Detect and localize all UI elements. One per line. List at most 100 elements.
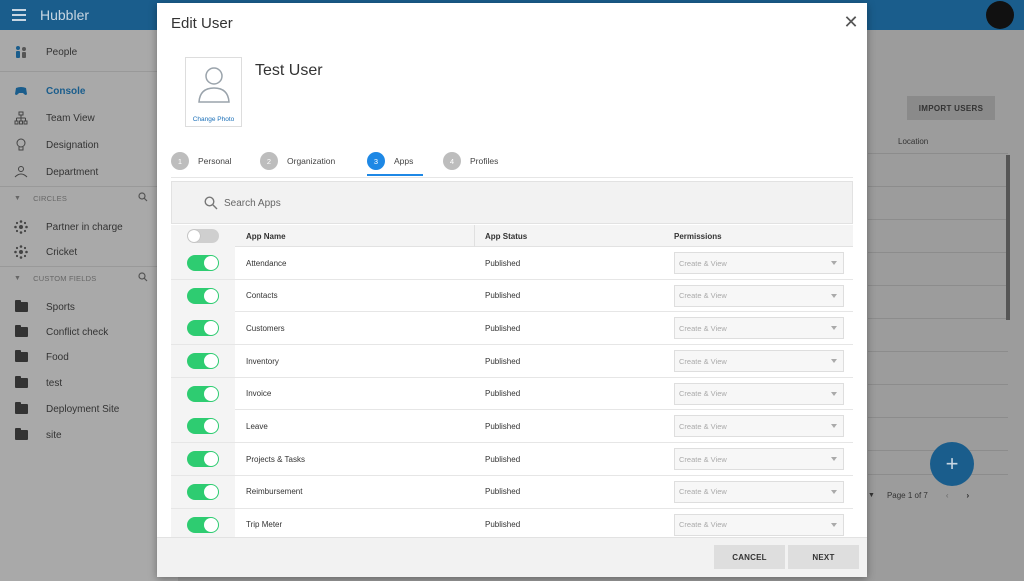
app-enabled-toggle[interactable] [187, 353, 219, 370]
sidebar-item-department[interactable]: Department [0, 161, 178, 183]
add-fab-button[interactable]: + [930, 442, 974, 486]
app-enabled-toggle[interactable] [187, 385, 219, 402]
permissions-select[interactable]: Create & View [674, 382, 844, 405]
search-bar [171, 181, 853, 224]
select-all-toggle[interactable] [187, 229, 219, 243]
next-button[interactable]: NEXT [788, 545, 859, 569]
app-enabled-toggle[interactable] [187, 287, 219, 304]
app-enabled-toggle[interactable] [187, 255, 219, 271]
app-enabled-toggle[interactable] [187, 320, 219, 337]
permissions-select[interactable]: Create & View [674, 317, 844, 340]
caret-down-icon: ▼ [14, 274, 22, 282]
permissions-select[interactable]: Create & View [674, 415, 844, 438]
permission-value: Create & View [679, 487, 727, 497]
hamburger-menu-icon[interactable] [12, 9, 26, 21]
close-icon[interactable]: ✕ [843, 13, 859, 31]
app-name: Attendance [246, 258, 287, 268]
folder-icon [14, 300, 28, 314]
permission-value: Create & View [679, 291, 727, 301]
toggle-cell [171, 377, 235, 410]
app-brand: Hubbler [40, 7, 90, 23]
user-avatar[interactable] [986, 1, 1014, 29]
app-enabled-toggle[interactable] [187, 451, 219, 468]
folder-icon [14, 325, 28, 339]
sidebar-item-team-view[interactable]: Team View [0, 107, 178, 129]
sidebar: People Console Team View Designation Dep… [0, 30, 178, 581]
divider [868, 153, 1008, 154]
permission-value: Create & View [679, 520, 727, 529]
permissions-select[interactable]: Create & View [674, 284, 844, 307]
step-number: 2 [260, 152, 278, 170]
step-profiles[interactable]: 4 Profiles [443, 148, 498, 174]
sidebar-item-circle[interactable]: Partner in charge [0, 216, 178, 238]
sidebar-item-label: People [46, 46, 78, 58]
divider [868, 384, 1008, 385]
cancel-button[interactable]: CANCEL [714, 545, 785, 569]
step-personal[interactable]: 1 Personal [171, 148, 232, 174]
app-enabled-toggle[interactable] [187, 418, 219, 435]
step-apps[interactable]: 3 Apps [367, 148, 413, 174]
permission-value: Create & View [679, 454, 727, 464]
dropdown-arrow-icon [831, 261, 837, 265]
scrollbar[interactable] [1006, 155, 1010, 320]
folder-icon [14, 376, 28, 390]
folder-icon [14, 428, 28, 442]
permissions-select[interactable]: Create & View [674, 252, 844, 274]
sidebar-item-custom-field[interactable]: Sports [0, 296, 178, 318]
search-icon[interactable] [138, 191, 148, 205]
sidebar-item-custom-field[interactable]: Food [0, 346, 178, 368]
next-page-icon[interactable]: › [967, 491, 970, 500]
sidebar-item-people[interactable]: People [0, 41, 178, 63]
app-enabled-toggle[interactable] [187, 483, 219, 500]
toggle-cell [171, 312, 235, 345]
table-row: Customers Published Create & View [171, 312, 853, 346]
import-users-button[interactable]: IMPORT USERS [907, 96, 995, 120]
previous-page-icon[interactable]: ‹ [946, 491, 949, 500]
step-number: 4 [443, 152, 461, 170]
app-name: Inventory [246, 356, 279, 366]
divider [868, 417, 1008, 418]
sidebar-item-custom-field[interactable]: test [0, 372, 178, 394]
column-header-app-name[interactable]: App Name [246, 225, 286, 247]
app-status: Published [485, 487, 521, 497]
dropdown-arrow-icon [831, 293, 837, 298]
search-apps-input[interactable] [224, 194, 524, 212]
user-placeholder-icon [198, 67, 230, 103]
app-status: Published [485, 323, 521, 333]
permissions-select[interactable]: Create & View [674, 513, 844, 536]
step-label: Apps [394, 156, 414, 166]
toggle-cell [171, 279, 235, 312]
sidebar-item-circle[interactable]: Cricket [0, 241, 178, 263]
app-enabled-toggle[interactable] [187, 516, 219, 533]
circles-section-header[interactable]: ▼ CIRCLES [0, 189, 178, 207]
divider [474, 225, 475, 247]
column-header-app-status[interactable]: App Status [485, 225, 527, 247]
divider [868, 285, 1008, 286]
divider [868, 318, 1008, 319]
sidebar-item-label: Designation [46, 139, 99, 151]
dropdown-arrow-icon [831, 424, 837, 429]
column-header-permissions[interactable]: Permissions [674, 225, 722, 247]
profile-photo[interactable]: Change Photo [185, 57, 242, 127]
page-size-dropdown-icon[interactable]: ▼ [868, 492, 875, 499]
sidebar-item-console[interactable]: Console [0, 80, 178, 102]
section-label: CUSTOM FIELDS [33, 273, 97, 283]
toggle-cell [171, 475, 235, 508]
permissions-select[interactable]: Create & View [674, 448, 844, 471]
table-header: App Name App Status Permissions [171, 225, 853, 247]
sidebar-item-custom-field[interactable]: Conflict check [0, 321, 178, 343]
search-icon[interactable] [138, 271, 148, 285]
sidebar-item-label: Console [46, 85, 86, 97]
sidebar-item-custom-field[interactable]: Deployment Site [0, 398, 178, 420]
step-organization[interactable]: 2 Organization [260, 148, 335, 174]
permissions-select[interactable]: Create & View [674, 480, 844, 503]
custom-fields-section-header[interactable]: ▼ CUSTOM FIELDS [0, 269, 178, 287]
toggle-cell [171, 443, 235, 476]
change-photo-link[interactable]: Change Photo [186, 116, 241, 123]
sidebar-item-custom-field[interactable]: site [0, 424, 178, 446]
gamepad-icon [14, 84, 28, 98]
permissions-select[interactable]: Create & View [674, 350, 844, 373]
divider [868, 351, 1008, 352]
app-name: Leave [246, 421, 268, 431]
sidebar-item-designation[interactable]: Designation [0, 134, 178, 156]
